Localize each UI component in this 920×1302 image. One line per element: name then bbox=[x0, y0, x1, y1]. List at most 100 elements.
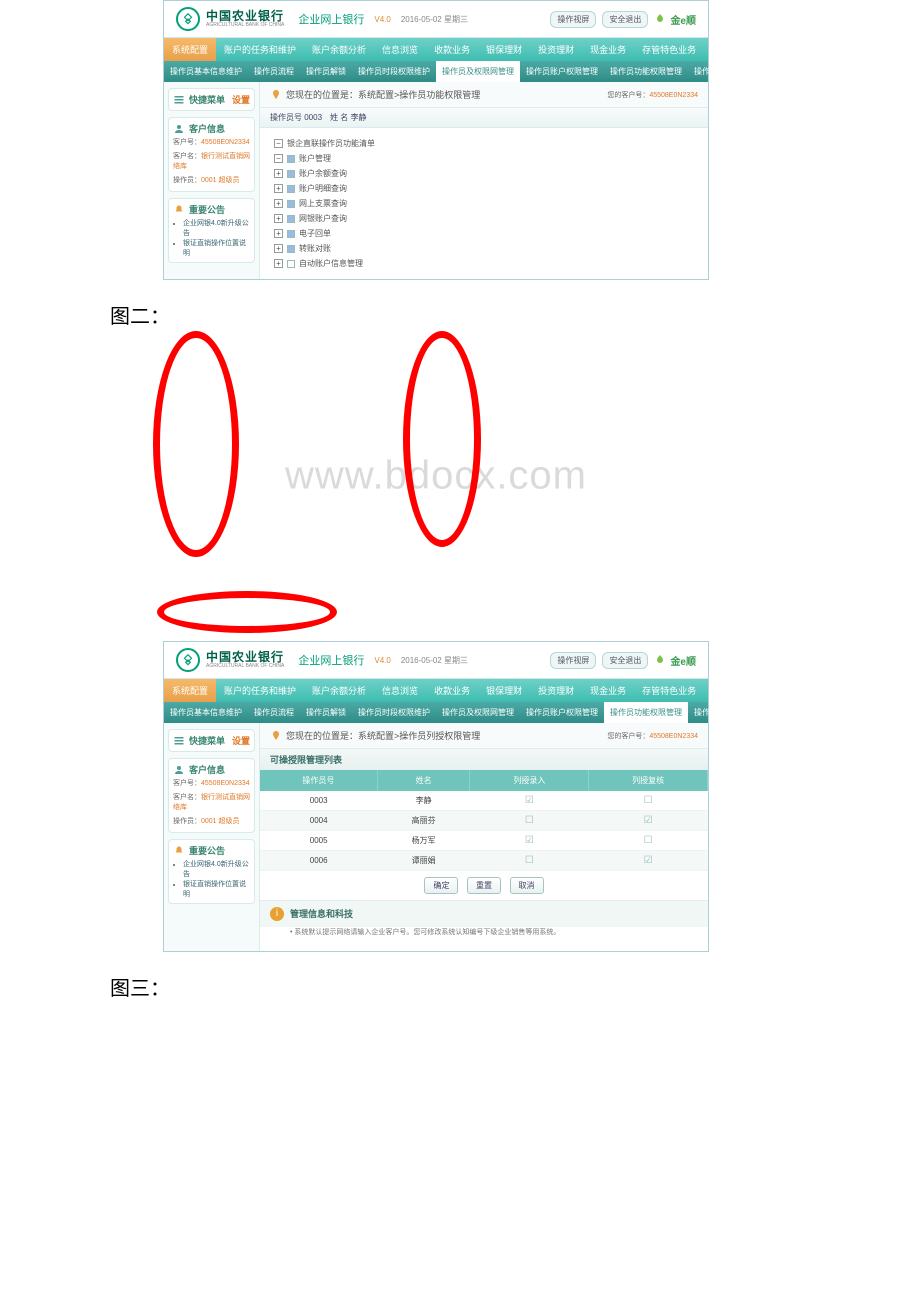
nav2-item[interactable]: 操作员基本信息维护 bbox=[164, 61, 248, 82]
nav-secondary: 操作员基本信息维护 操作员流程 操作员解锁 操作员时段权限维护 操作员及权限网管… bbox=[164, 702, 708, 723]
tree-item[interactable]: +自动账户信息管理 bbox=[274, 256, 694, 271]
brand-right: 金e顺 bbox=[654, 12, 696, 27]
announce-item[interactable]: 企业网银4.0新升级公告 bbox=[183, 859, 250, 879]
main-pane: 您现在的位置是：系统配置>操作员功能权限管理 您的客户号：45508E0N233… bbox=[260, 82, 708, 279]
checkbox-icon[interactable]: ☑ bbox=[644, 855, 653, 866]
sidebar-customer: 客户信息 客户号：45508E0N2334 客户名：银行测试直销网络库 操作员：… bbox=[168, 758, 255, 833]
checkbox-icon[interactable]: ☐ bbox=[525, 855, 534, 866]
toolbar: 操作员号 0003 姓 名 李静 bbox=[260, 108, 708, 128]
nav-primary: 系统配置 账户的任务和维护 账户余额分析 信息浏览 收款业务 银保理财 投资理财… bbox=[164, 38, 708, 61]
nav2-item[interactable]: 操作员流程 bbox=[248, 702, 300, 723]
ok-button[interactable]: 确定 bbox=[424, 877, 458, 894]
table-row: 0006谭丽娟 ☐ ☑ bbox=[260, 851, 708, 871]
announce-item[interactable]: 银证直销操作位置说明 bbox=[183, 238, 250, 258]
nav1-item[interactable]: 账户余额分析 bbox=[304, 38, 374, 61]
announce-item[interactable]: 企业网银4.0新升级公告 bbox=[183, 218, 250, 238]
sidebar-customer: 客户信息 客户号：45508E0N2334 客户名：银行测试直销网络库 操作员：… bbox=[168, 117, 255, 192]
nav1-item[interactable]: 存管特色业务 bbox=[634, 38, 704, 61]
bell-icon bbox=[173, 845, 185, 857]
btn-video[interactable]: 操作视屏 bbox=[550, 652, 596, 669]
nav1-item[interactable]: 信息浏览 bbox=[374, 38, 426, 61]
nav1-item[interactable]: 系统配置 bbox=[164, 679, 216, 702]
nav2-item[interactable]: 审核限额维护 bbox=[848, 702, 908, 723]
tree-root[interactable]: −银企直联操作员功能清单 bbox=[274, 136, 694, 151]
nav2-item[interactable]: 企业限额维护 bbox=[788, 702, 848, 723]
nav1-item[interactable]: 投资理财 bbox=[530, 38, 582, 61]
checkbox-icon[interactable]: ☑ bbox=[525, 795, 534, 806]
tree-item[interactable]: +账户余额查询 bbox=[274, 166, 694, 181]
nav1-item[interactable]: 投资理财 bbox=[530, 679, 582, 702]
nav1-item[interactable]: 信息浏览 bbox=[374, 679, 426, 702]
nav2-item[interactable]: 银行账号维护 bbox=[908, 702, 920, 723]
tip-bar: i 管理信息和科技 bbox=[260, 900, 708, 927]
nav2-item[interactable]: 审核限额维护 bbox=[848, 61, 908, 82]
nav1-item[interactable]: 收款业务 bbox=[426, 38, 478, 61]
nav2-item[interactable]: 操作员解锁 bbox=[300, 61, 352, 82]
col-ck: 列授复核 bbox=[589, 770, 708, 791]
sidebar-set-btn[interactable]: 设置 bbox=[232, 93, 250, 106]
nav2-item[interactable]: 操作员加注账户权限管理 bbox=[688, 61, 788, 82]
nav1-item[interactable]: 现金业务 bbox=[582, 38, 634, 61]
screenshot-1: 中国农业银行 AGRICULTURAL BANK OF CHINA 企业网上银行… bbox=[163, 0, 709, 280]
nav2-item[interactable]: 操作员功能权限管理 bbox=[604, 61, 688, 82]
bank-sub: AGRICULTURAL BANK OF CHINA bbox=[206, 664, 284, 670]
reset-button[interactable]: 重置 bbox=[467, 877, 501, 894]
nav2-item-active[interactable]: 操作员及权限网管理 bbox=[436, 61, 520, 82]
main-pane: 您现在的位置是：系统配置>操作员列授权限管理 您的客户号：45508E0N233… bbox=[260, 723, 708, 951]
nav2-item-active[interactable]: 操作员功能权限管理 bbox=[604, 702, 688, 723]
nav1-item[interactable]: 系统配置 bbox=[164, 38, 216, 61]
nav1-item[interactable]: 收款业务 bbox=[426, 679, 478, 702]
sidebar-set-btn[interactable]: 设置 bbox=[232, 734, 250, 747]
checkbox-icon[interactable]: ☐ bbox=[644, 795, 653, 806]
tree-item[interactable]: +网上支票查询 bbox=[274, 196, 694, 211]
checkbox-icon[interactable]: ☑ bbox=[525, 835, 534, 846]
nav2-item[interactable]: 操作员时段权限维护 bbox=[352, 702, 436, 723]
nav2-item[interactable]: 操作员时段权限维护 bbox=[352, 61, 436, 82]
btn-logout[interactable]: 安全退出 bbox=[602, 652, 648, 669]
app-title: 企业网上银行 bbox=[298, 11, 364, 27]
bank-sub: AGRICULTURAL BANK OF CHINA bbox=[206, 23, 284, 29]
tree-item[interactable]: +转账对账 bbox=[274, 241, 694, 256]
sidebar-quickmenu: 快捷菜单设置 bbox=[168, 88, 255, 111]
nav1-item[interactable]: 账户的任务和维护 bbox=[216, 38, 304, 61]
screenshot-2: 中国农业银行 AGRICULTURAL BANK OF CHINA 企业网上银行… bbox=[163, 641, 709, 952]
nav1-item[interactable]: 账户余额分析 bbox=[304, 679, 374, 702]
nav1-item[interactable]: 银保理财 bbox=[478, 679, 530, 702]
checkbox-icon[interactable]: ☐ bbox=[525, 815, 534, 826]
announce-item[interactable]: 银证直销操作位置说明 bbox=[183, 879, 250, 899]
bank-name: 中国农业银行 bbox=[206, 651, 284, 664]
nav1-item[interactable]: 银保理财 bbox=[478, 38, 530, 61]
tree-item[interactable]: +账户明细查询 bbox=[274, 181, 694, 196]
btn-logout[interactable]: 安全退出 bbox=[602, 11, 648, 28]
nav2-item[interactable]: 银行账号维护 bbox=[908, 61, 920, 82]
nav-secondary: 操作员基本信息维护 操作员流程 操作员解锁 操作员时段权限维护 操作员及权限网管… bbox=[164, 61, 708, 82]
table-row: 0003李静 ☑ ☐ bbox=[260, 791, 708, 811]
nav2-item[interactable]: 操作员及权限网管理 bbox=[436, 702, 520, 723]
header: 中国农业银行 AGRICULTURAL BANK OF CHINA 企业网上银行… bbox=[164, 642, 708, 679]
nav2-item[interactable]: 操作员账户权限管理 bbox=[520, 702, 604, 723]
checkbox-icon[interactable]: ☑ bbox=[644, 815, 653, 826]
nav1-item[interactable]: 存管特色业务 bbox=[634, 679, 704, 702]
nav2-item[interactable]: 操作员流程 bbox=[248, 61, 300, 82]
btn-video[interactable]: 操作视屏 bbox=[550, 11, 596, 28]
tree-item[interactable]: +电子回单 bbox=[274, 226, 694, 241]
nav2-item[interactable]: 操作员基本信息维护 bbox=[164, 702, 248, 723]
header-note: 2016-05-02 星期三 bbox=[401, 14, 468, 25]
nav1-item[interactable]: 账户的任务和维护 bbox=[216, 679, 304, 702]
tree-item[interactable]: −账户管理 bbox=[274, 151, 694, 166]
bank-logo: 中国农业银行 AGRICULTURAL BANK OF CHINA 企业网上银行… bbox=[176, 648, 468, 672]
nav2-item[interactable]: 操作员解锁 bbox=[300, 702, 352, 723]
figure-label-3: 图三： bbox=[110, 972, 920, 1001]
location-icon bbox=[270, 730, 282, 742]
red-oval-1 bbox=[153, 331, 239, 557]
nav2-item[interactable]: 企业限额维护 bbox=[788, 61, 848, 82]
tip-title: 管理信息和科技 bbox=[290, 907, 353, 921]
nav2-item[interactable]: 操作员加注账户权限管理 bbox=[688, 702, 788, 723]
nav1-item[interactable]: 现金业务 bbox=[582, 679, 634, 702]
table-title: 可操授限管理列表 bbox=[260, 749, 708, 770]
checkbox-icon[interactable]: ☐ bbox=[644, 835, 653, 846]
nav2-item[interactable]: 操作员账户权限管理 bbox=[520, 61, 604, 82]
operator-table: 操作员号 姓名 列授录入 列授复核 0003李静 ☑ ☐ bbox=[260, 770, 708, 871]
cancel-button[interactable]: 取消 bbox=[510, 877, 544, 894]
tree-item[interactable]: +网银账户查询 bbox=[274, 211, 694, 226]
